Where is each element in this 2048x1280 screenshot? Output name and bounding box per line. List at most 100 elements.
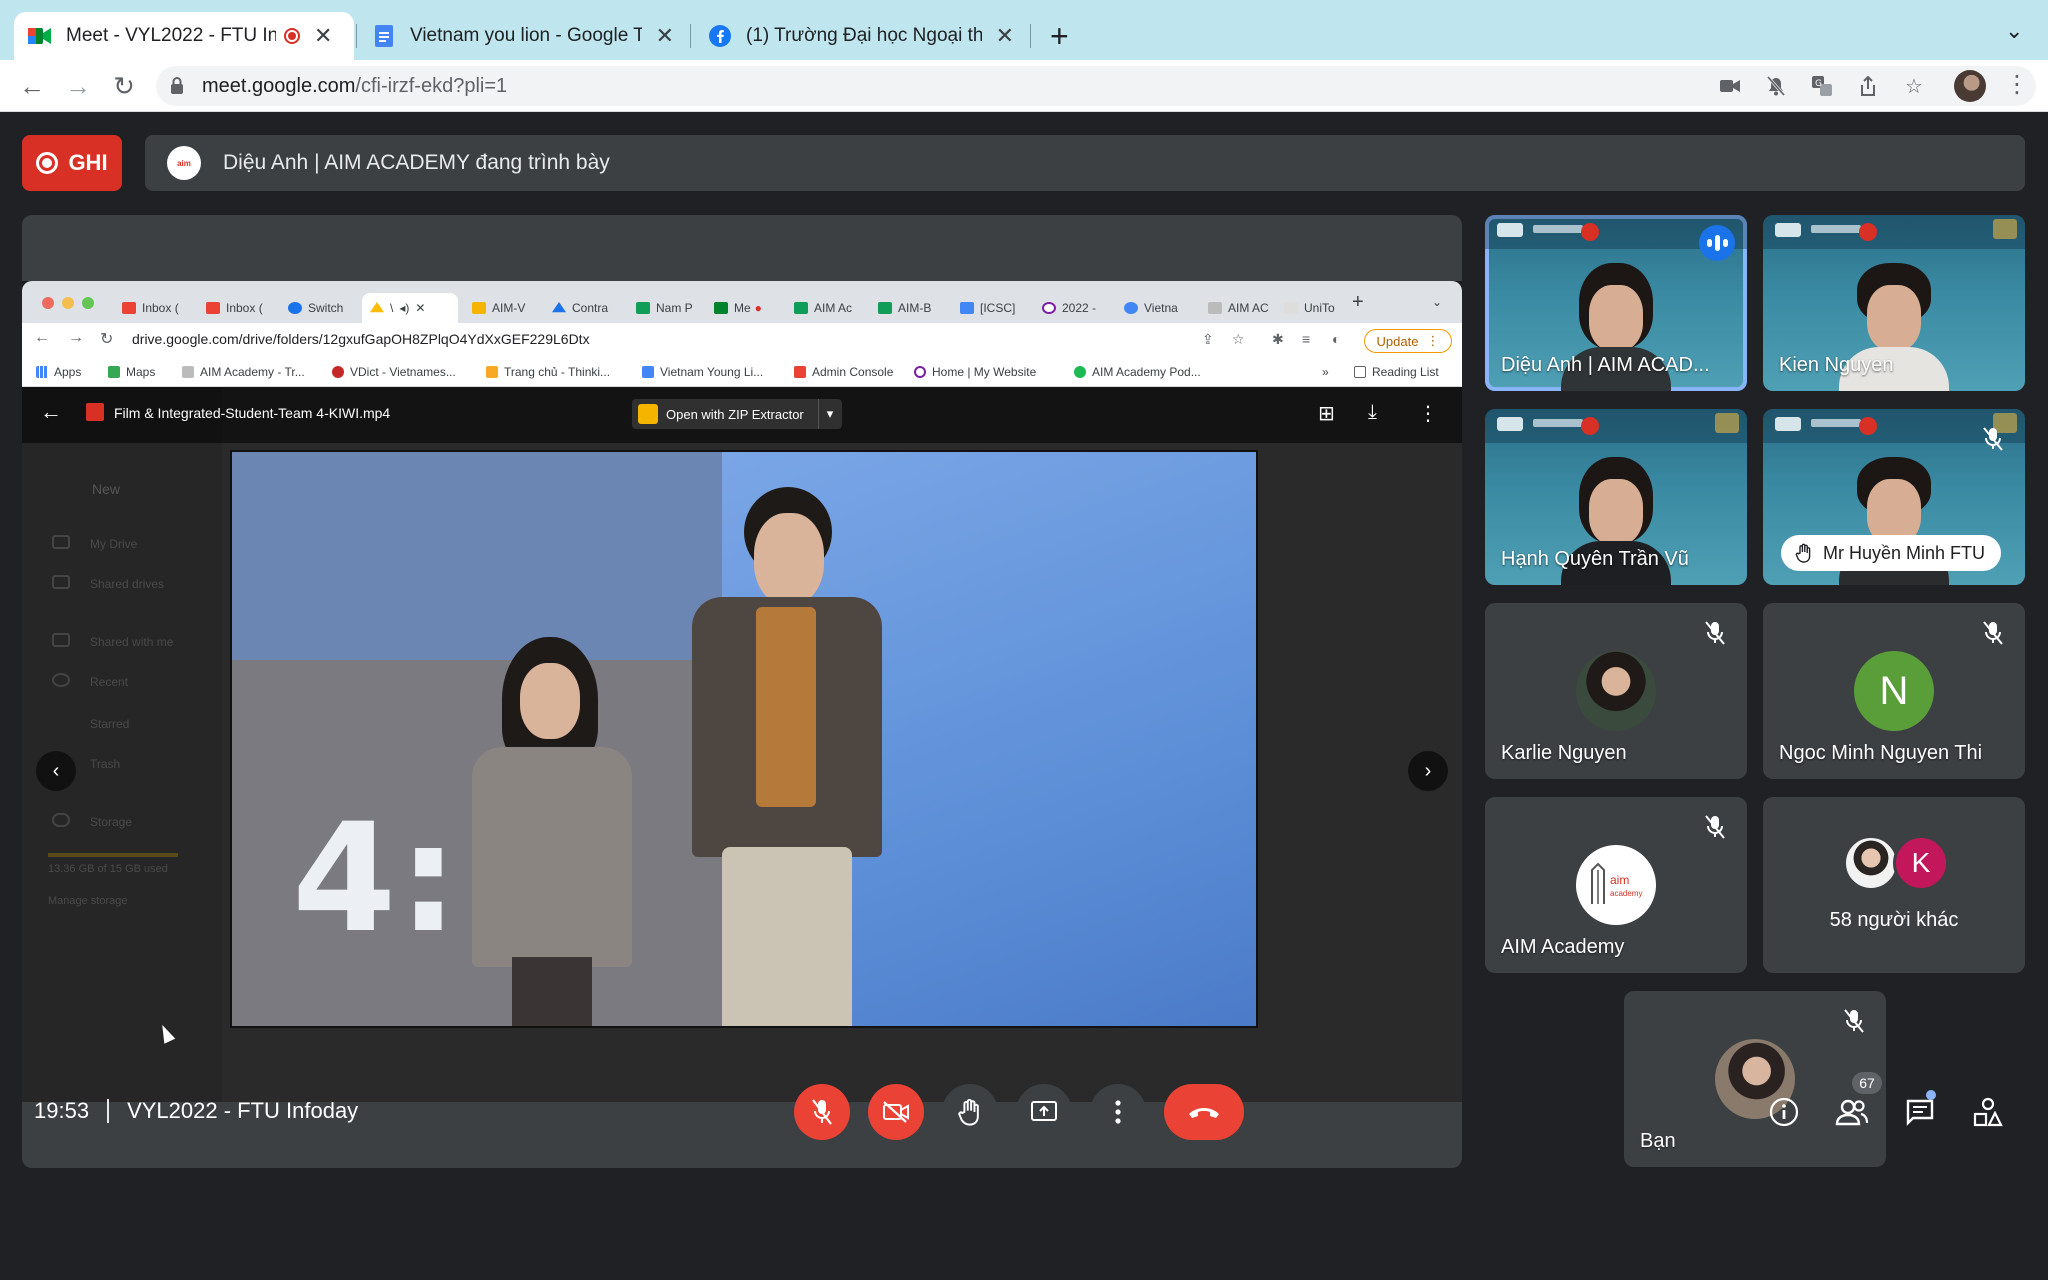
drive-storage-text: 13.36 GB of 15 GB used <box>48 863 168 875</box>
more-options-icon: ⋮ <box>1418 403 1438 425</box>
participant-tile[interactable]: Hạnh Quyên Trần Vũ <box>1485 409 1747 585</box>
shared-tab-chevron-icon: ⌄ <box>1432 295 1443 309</box>
admin-icon <box>794 366 806 378</box>
tab-title: (1) Trường Đại học Ngoại thươ <box>746 25 982 46</box>
video-file-name: Film & Integrated-Student-Team 4-KIWI.mp… <box>114 405 391 421</box>
activities-button[interactable] <box>1970 1094 2006 1130</box>
drive-nav-item: Storage <box>90 815 133 829</box>
participant-tile[interactable]: Karlie Nguyen <box>1485 603 1747 779</box>
raised-hand-badge: Mr Huyền Minh FTU <box>1781 535 2002 571</box>
meeting-details-button[interactable] <box>1766 1094 1802 1130</box>
leave-call-button[interactable] <box>1164 1084 1244 1140</box>
participant-tile[interactable]: aim academy AIM Academy <box>1485 797 1747 973</box>
chat-icon <box>636 302 650 314</box>
self-tile[interactable]: Bạn <box>1624 991 1886 1167</box>
site-icon <box>1208 302 1222 314</box>
close-tab-icon[interactable]: ✕ <box>996 23 1014 49</box>
camera-toggle-button[interactable] <box>868 1084 924 1140</box>
svg-text:G: G <box>1815 79 1822 89</box>
google-drive-icon <box>370 302 384 313</box>
sheets-icon <box>794 302 808 314</box>
participant-tile[interactable]: Mr Huyền Minh FTU <box>1763 409 2025 585</box>
bookmark: Maps <box>108 365 155 379</box>
forward-arrow-icon: → <box>68 329 84 346</box>
bookmark: VDict - Vietnames... <box>332 365 456 379</box>
profile-icon: ◐ <box>1332 331 1341 347</box>
address-bar[interactable]: meet.google.com/cfi-irzf-ekd?pli=1 G ☆ <box>156 66 2036 106</box>
browser-tab-strip: Meet - VYL2022 - FTU Info ✕ Vietnam you … <box>0 0 2048 60</box>
present-screen-button[interactable] <box>1016 1084 1072 1140</box>
close-tab-icon[interactable]: ✕ <box>656 23 674 49</box>
others-avatars: K <box>1843 835 1949 891</box>
microphone-toggle-button[interactable] <box>794 1084 850 1140</box>
reading-list-icon <box>1354 366 1366 378</box>
shared-tab: AIM-V <box>472 293 538 323</box>
recording-indicator-icon <box>284 28 300 44</box>
bookmark: Apps <box>36 365 81 379</box>
new-tab-icon[interactable]: + <box>1050 18 1069 55</box>
meeting-time: 19:53 <box>34 1098 90 1123</box>
browser-tab-docs[interactable]: Vietnam you lion - Google Tài l ✕ <box>358 12 688 60</box>
notifications-blocked-icon[interactable] <box>1764 74 1788 98</box>
bookmark: Admin Console <box>794 365 893 379</box>
reload-icon[interactable]: ↻ <box>106 68 142 104</box>
clock-icon <box>52 673 70 687</box>
people-icon <box>1835 1099 1869 1126</box>
shared-url: drive.google.com/drive/folders/12gxufGap… <box>132 331 590 347</box>
google-drive-icon <box>552 302 566 313</box>
google-meet-icon <box>714 302 728 314</box>
participant-avatar <box>1576 651 1656 731</box>
google-meet-icon <box>28 24 52 48</box>
profile-avatar[interactable] <box>1954 70 1986 102</box>
participant-name: AIM Academy <box>1501 936 1625 958</box>
drive-nav-item: Starred <box>90 717 130 731</box>
presenting-text: Diệu Anh | AIM ACADEMY đang trình bày <box>223 151 610 174</box>
drive-manage-storage: Manage storage <box>48 895 128 907</box>
presenting-banner: aim Diệu Anh | AIM ACADEMY đang trình bà… <box>145 135 2025 191</box>
drive-sidebar: New My Drive Shared drives Shared with m… <box>22 387 222 1102</box>
bookmark-star-icon[interactable]: ☆ <box>1902 74 1926 98</box>
participant-tile[interactable]: Diệu Anh | AIM ACAD... <box>1485 215 1747 391</box>
drive-nav-item: My Drive <box>90 537 138 551</box>
presenter-avatar: aim <box>167 146 201 180</box>
translate-icon[interactable]: G <box>1810 74 1834 98</box>
sheets-icon <box>878 302 892 314</box>
back-arrow-icon: ← <box>34 329 50 346</box>
participant-name: Bạn <box>1640 1130 1676 1152</box>
back-arrow-icon[interactable]: ← <box>14 68 50 104</box>
close-dot <box>42 297 54 309</box>
mic-off-icon <box>1979 425 2007 453</box>
shared-tab: AIM-B <box>878 293 944 323</box>
svg-text:academy: academy <box>1610 889 1642 898</box>
record-icon <box>36 152 59 174</box>
more-options-button[interactable] <box>1090 1084 1146 1140</box>
activities-shapes-icon <box>1973 1097 2003 1127</box>
others-tile[interactable]: K 58 người khác <box>1763 797 2025 973</box>
docs-icon <box>960 302 974 314</box>
media-icon: ≡ <box>1302 331 1311 347</box>
bookmark: AIM Academy - Tr... <box>182 365 305 379</box>
chat-notification-dot <box>1926 1090 1936 1100</box>
participant-avatar: N <box>1854 651 1934 731</box>
close-tab-icon[interactable]: ✕ <box>314 23 332 49</box>
tab-search-chevron-icon[interactable]: ⌄ <box>2005 18 2023 44</box>
browser-tab-meet[interactable]: Meet - VYL2022 - FTU Info ✕ <box>14 12 354 60</box>
tab-divider <box>690 24 691 48</box>
forward-arrow-icon[interactable]: → <box>60 68 96 104</box>
storage-bar <box>48 853 178 857</box>
participant-tile[interactable]: N Ngoc Minh Nguyen Thi <box>1763 603 2025 779</box>
browser-menu-icon[interactable]: ⋮ <box>2005 70 2029 99</box>
drive-nav-item: Shared with me <box>90 635 174 649</box>
raise-hand-button[interactable] <box>942 1084 998 1140</box>
share-icon[interactable] <box>1856 74 1880 98</box>
browser-tab-facebook[interactable]: (1) Trường Đại học Ngoại thươ ✕ <box>694 12 1028 60</box>
people-button[interactable] <box>1834 1094 1870 1130</box>
drive-content: New My Drive Shared drives Shared with m… <box>22 387 1462 1102</box>
participant-tile[interactable]: Kien Nguyen <box>1763 215 2025 391</box>
recording-button[interactable]: GHI <box>22 135 122 191</box>
bookmark: Vietnam Young Li... <box>642 365 763 379</box>
tab-title: Vietnam you lion - Google Tài l <box>410 25 642 46</box>
shared-tab: Nam P <box>636 293 702 323</box>
event-banner <box>1485 409 1747 443</box>
camera-icon[interactable] <box>1718 74 1742 98</box>
